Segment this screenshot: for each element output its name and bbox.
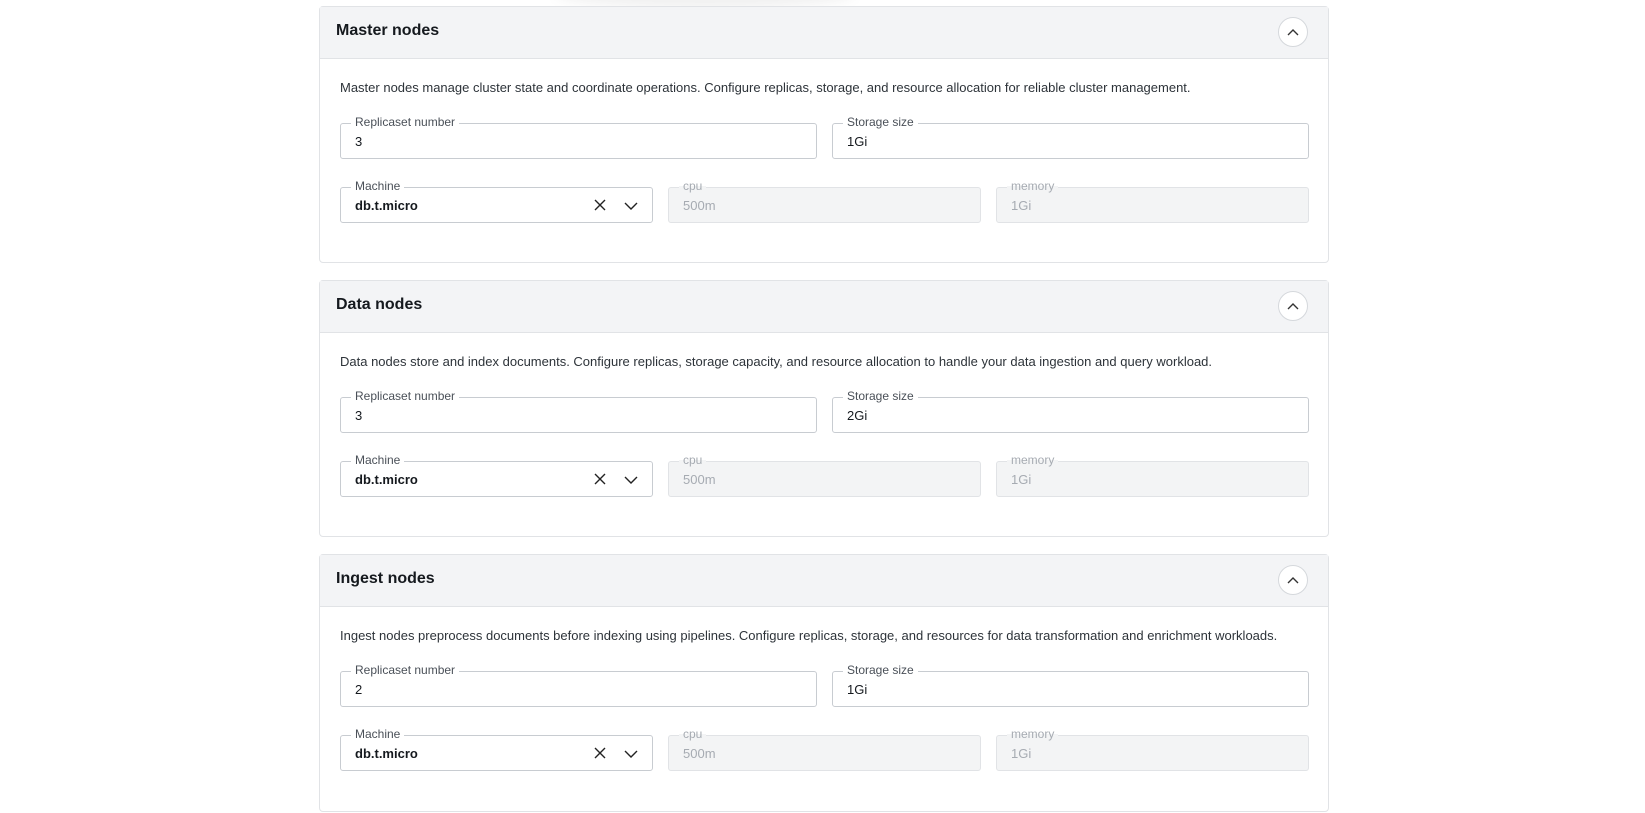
machine-select[interactable]: Machine db.t.micro (340, 453, 653, 497)
field-label: Machine (351, 453, 405, 467)
field-value: 1Gi (1011, 198, 1032, 213)
field-label: Replicaset number (351, 389, 460, 403)
section-description: Ingest nodes preprocess documents before… (340, 628, 1278, 643)
field-label: Replicaset number (351, 663, 460, 677)
section-header: Ingest nodes (320, 555, 1328, 607)
cpu-field: cpu 500m (668, 179, 981, 223)
field-label: memory (1007, 453, 1059, 467)
field-label: Storage size (843, 663, 918, 677)
chevron-down-icon[interactable] (624, 749, 638, 759)
field-value: db.t.micro (355, 472, 418, 487)
storage-size-field[interactable]: Storage size 2Gi (832, 389, 1309, 433)
collapse-button[interactable] (1278, 17, 1308, 47)
field-value: 2 (355, 682, 363, 697)
ingest-nodes-section: Ingest nodes Ingest nodes preprocess doc… (319, 554, 1329, 812)
field-label: Replicaset number (351, 115, 460, 129)
field-label: Machine (351, 179, 405, 193)
section-title: Master nodes (336, 22, 440, 39)
field-value: 500m (683, 472, 716, 487)
field-value: 1Gi (1011, 746, 1032, 761)
close-icon[interactable] (594, 199, 606, 211)
replicaset-number-field[interactable]: Replicaset number 3 (340, 115, 817, 159)
memory-field: memory 1Gi (996, 727, 1309, 771)
section-description: Data nodes store and index documents. Co… (340, 354, 1213, 369)
field-label: Machine (351, 727, 405, 741)
chevron-up-icon (1287, 29, 1299, 36)
field-value: 1Gi (847, 134, 868, 149)
section-header: Data nodes (320, 281, 1328, 333)
section-title: Data nodes (336, 296, 423, 313)
field-value: 2Gi (847, 408, 868, 423)
chevron-down-icon[interactable] (624, 201, 638, 211)
field-label: cpu (679, 179, 707, 193)
field-value: 3 (355, 134, 363, 149)
field-value: 1Gi (847, 682, 868, 697)
cpu-field: cpu 500m (668, 453, 981, 497)
replicaset-number-field[interactable]: Replicaset number 2 (340, 663, 817, 707)
field-value: 3 (355, 408, 363, 423)
chevron-up-icon (1287, 303, 1299, 310)
field-value: db.t.micro (355, 746, 418, 761)
section-title: Ingest nodes (336, 570, 435, 587)
storage-size-field[interactable]: Storage size 1Gi (832, 115, 1309, 159)
field-label: memory (1007, 727, 1059, 741)
field-value: 500m (683, 198, 716, 213)
chevron-up-icon (1287, 577, 1299, 584)
field-label: memory (1007, 179, 1059, 193)
machine-select[interactable]: Machine db.t.micro (340, 727, 653, 771)
chevron-down-icon[interactable] (624, 475, 638, 485)
master-nodes-section: Master nodes Master nodes manage cluster… (319, 6, 1329, 263)
section-header: Master nodes (320, 7, 1328, 59)
field-value: 500m (683, 746, 716, 761)
storage-size-field[interactable]: Storage size 1Gi (832, 663, 1309, 707)
memory-field: memory 1Gi (996, 453, 1309, 497)
data-nodes-section: Data nodes Data nodes store and index do… (319, 280, 1329, 537)
field-label: cpu (679, 453, 707, 467)
memory-field: memory 1Gi (996, 179, 1309, 223)
close-icon[interactable] (594, 747, 606, 759)
field-label: cpu (679, 727, 707, 741)
field-label: Storage size (843, 115, 918, 129)
machine-select[interactable]: Machine db.t.micro (340, 179, 653, 223)
field-value: db.t.micro (355, 198, 418, 213)
cpu-field: cpu 500m (668, 727, 981, 771)
replicaset-number-field[interactable]: Replicaset number 3 (340, 389, 817, 433)
field-value: 1Gi (1011, 472, 1032, 487)
field-label: Storage size (843, 389, 918, 403)
close-icon[interactable] (594, 473, 606, 485)
collapse-button[interactable] (1278, 291, 1308, 321)
section-description: Master nodes manage cluster state and co… (340, 80, 1191, 95)
collapse-button[interactable] (1278, 565, 1308, 595)
